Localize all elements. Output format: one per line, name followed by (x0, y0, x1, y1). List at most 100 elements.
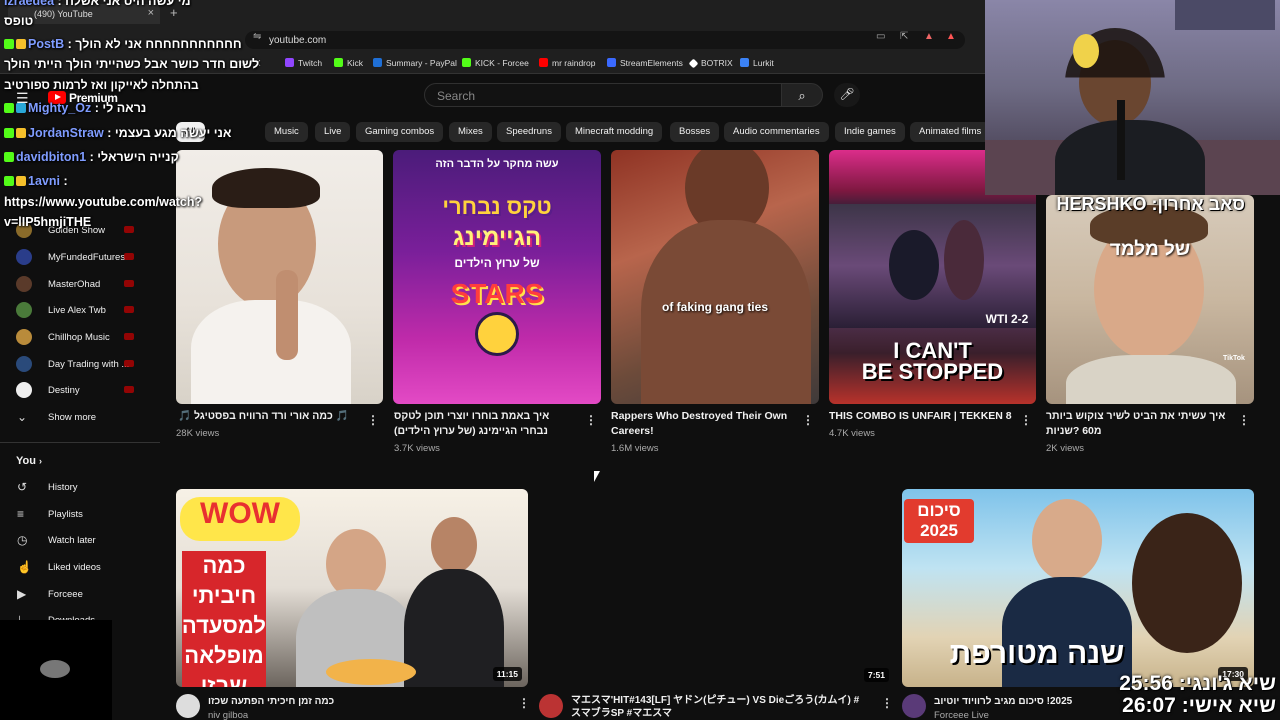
person-shirt (1066, 355, 1236, 404)
bookmark-streamelements[interactable]: StreamElements (607, 58, 683, 68)
video-thumbnail-7[interactable]: סיכום 2025 שנה מטורפת 17:30 (902, 489, 1254, 687)
tiktok-icon: TikTok (1223, 355, 1245, 362)
sidebar-item-watch-later[interactable]: ◷ Watch later (16, 530, 156, 552)
video-thumbnail-5[interactable]: של מלמד TikTok (1046, 195, 1254, 404)
bookmark-twitch[interactable]: Twitch (285, 58, 322, 68)
more-options-icon[interactable]: ⋮ (881, 696, 893, 710)
video-title-7[interactable]: マエスマ'HIT#143[LF] ヤドン(ピチュー) VS Dieごろう(カムイ… (571, 694, 871, 720)
video-channel-8[interactable]: Forceee Live (934, 710, 989, 720)
search-input[interactable]: Search (424, 83, 782, 107)
wall-frames (1175, 0, 1275, 30)
chip-bosses[interactable]: Bosses (670, 122, 720, 142)
bookmark-raindrop[interactable]: mr raindrop (539, 58, 595, 68)
video-title-2[interactable]: איך באמת בוחרו יוצרי תוכן לטקס נבחרי הגי… (394, 409, 579, 439)
chat-message: Mighty_Oz : נראה לי (4, 101, 146, 115)
more-options-icon[interactable]: ⋮ (802, 413, 814, 427)
video-title-8[interactable]: 2025! סיכום מגיב לרוויוד יוטיוב (934, 694, 1074, 709)
bookmark-lurkit[interactable]: Lurkit (740, 58, 774, 68)
sidebar-channel-day-trading[interactable]: Day Trading with ... (16, 354, 156, 376)
timer-record: שיא ג'ונגי: 25:56 (1119, 672, 1276, 695)
channel-avatar[interactable] (176, 694, 200, 718)
chip-speedruns[interactable]: Speedruns (497, 122, 561, 142)
lurkit-icon (740, 58, 749, 67)
person-shirt (191, 300, 351, 404)
video-thumbnail-6[interactable]: WOW כמה חיביתי למסעדה מופלאה שבזו 11:15 (176, 489, 528, 687)
more-options-icon[interactable]: ⋮ (367, 413, 379, 427)
chat-message: טופס (4, 14, 34, 28)
video-thumbnail-2[interactable]: עשה מחקר על הדבר הזה טקס נבחרי הגיימינג … (393, 150, 601, 404)
voice-search-button[interactable]: 🎤︎ (834, 83, 860, 107)
chip-audio-commentaries[interactable]: Audio commentaries (724, 122, 829, 142)
live-icon (124, 333, 134, 340)
sidebar-channel-chillhop[interactable]: Chillhop Music (16, 327, 156, 349)
more-options-icon[interactable]: ⋮ (1020, 413, 1032, 427)
chat-message: PostB : חחחחחחחחחחח אני לא הולך (4, 37, 242, 51)
chip-mixes[interactable]: Mixes (449, 122, 492, 142)
thumb-title: BE STOPPED (861, 359, 1004, 384)
video-views-5: 2K views (1046, 443, 1085, 454)
thumb-caption: of faking gang ties (661, 300, 768, 314)
chip-indie-games[interactable]: Indie games (835, 122, 905, 142)
extension-icon[interactable]: ▲ (946, 31, 956, 42)
tab-close-icon[interactable]: × (148, 7, 154, 19)
thumb-brand: STARS (450, 278, 544, 309)
paypal-icon (373, 58, 382, 67)
thumbs-up-icon: ☝ (17, 560, 32, 574)
avatar (16, 356, 32, 372)
stream-frame: { "browser": { "tab_title": "(490) YouTu… (0, 0, 1280, 720)
video-channel-6[interactable]: niv gilboa (208, 710, 248, 720)
sidebar-item-playlists[interactable]: ≡ Playlists (16, 504, 156, 526)
sidebar-you-heading[interactable]: You › (16, 455, 42, 467)
play-box-icon: ▶ (17, 587, 27, 601)
bookmark-kick-forcee[interactable]: KICK - Forcee (462, 58, 529, 68)
chat-message: https://www.youtube.com/watch? (4, 195, 203, 209)
thumb-title: הגיימינג (452, 224, 542, 251)
sidebar-channel-masterohad[interactable]: MasterOhad (16, 274, 156, 296)
extension-brave-icon[interactable]: ▲ (924, 31, 934, 42)
live-icon (124, 360, 134, 367)
search-button[interactable]: ⌕ (781, 83, 823, 107)
chip-live[interactable]: Live (315, 122, 351, 142)
bookmark-kick[interactable]: Kick (334, 58, 363, 68)
bookmark-paypal[interactable]: Summary - PayPal (373, 58, 457, 68)
site-info-icon[interactable]: ⇋ (253, 31, 261, 42)
sidebar-channel-myfundedfutures[interactable]: MyFundedFutures (16, 247, 156, 269)
sidebar-show-more[interactable]: ⌄ Show more (16, 407, 156, 429)
channel-avatar[interactable] (902, 694, 926, 718)
sidebar-item-liked-videos[interactable]: ☝ Liked videos (16, 557, 156, 579)
video-title-6[interactable]: כמה זמן חיכיתי הפתעה שכזו (208, 694, 508, 709)
video-thumbnail-1[interactable] (176, 150, 383, 404)
sidebar-item-history[interactable]: ↺ History (16, 477, 156, 499)
video-title-1[interactable]: 🎵 כמה אורי ורד הרוויח בפסטיגל 🎵 (178, 409, 358, 424)
share-icon[interactable]: ⇱ (900, 31, 908, 42)
screen-cast-icon[interactable]: ▭ (876, 31, 885, 42)
sidebar-item-forceee[interactable]: ▶ Forceee (16, 584, 156, 606)
sidebar-channel-destiny[interactable]: Destiny (16, 380, 156, 402)
speedrun-timers: שיא ג'ונגי: 25:56 שיא אישי: 26:07 (1070, 668, 1280, 720)
video-thumbnail-3[interactable]: of faking gang ties (611, 150, 819, 404)
chip-gaming-combos[interactable]: Gaming combos (356, 122, 444, 142)
more-options-icon[interactable]: ⋮ (1238, 413, 1250, 427)
overlay-camera-box (0, 620, 112, 720)
botrix-icon (688, 58, 699, 69)
live-icon (124, 253, 134, 260)
chip-animated-films[interactable]: Animated films (910, 122, 991, 142)
badge-icon (4, 103, 14, 113)
address-bar[interactable]: youtube.com (245, 31, 965, 49)
chip-minecraft-modding[interactable]: Minecraft modding (566, 122, 663, 142)
more-options-icon[interactable]: ⋮ (585, 413, 597, 427)
youtube-icon (539, 58, 548, 67)
sidebar-channel-live-alex-twb[interactable]: Live Alex Twb (16, 300, 156, 322)
bookmark-botrix[interactable]: BOTRIX (688, 58, 733, 69)
channel-avatar[interactable] (539, 694, 563, 718)
fighter-character (889, 230, 939, 300)
video-views-4: 4.7K views (829, 428, 875, 439)
clock-icon: ◷ (17, 533, 28, 547)
video-title-5[interactable]: איך עשיתי את הביט לשיר צוקוש ביותר מ60 ?… (1046, 409, 1231, 439)
video-title-4[interactable]: THIS COMBO IS UNFAIR | TEKKEN 8 (829, 409, 1014, 424)
chip-music[interactable]: Music (265, 122, 308, 142)
more-options-icon[interactable]: ⋮ (518, 696, 530, 710)
video-title-3[interactable]: Rappers Who Destroyed Their Own Careers! (611, 409, 796, 439)
video-views-2: 3.7K views (394, 443, 440, 454)
streamer-face (1132, 513, 1242, 653)
